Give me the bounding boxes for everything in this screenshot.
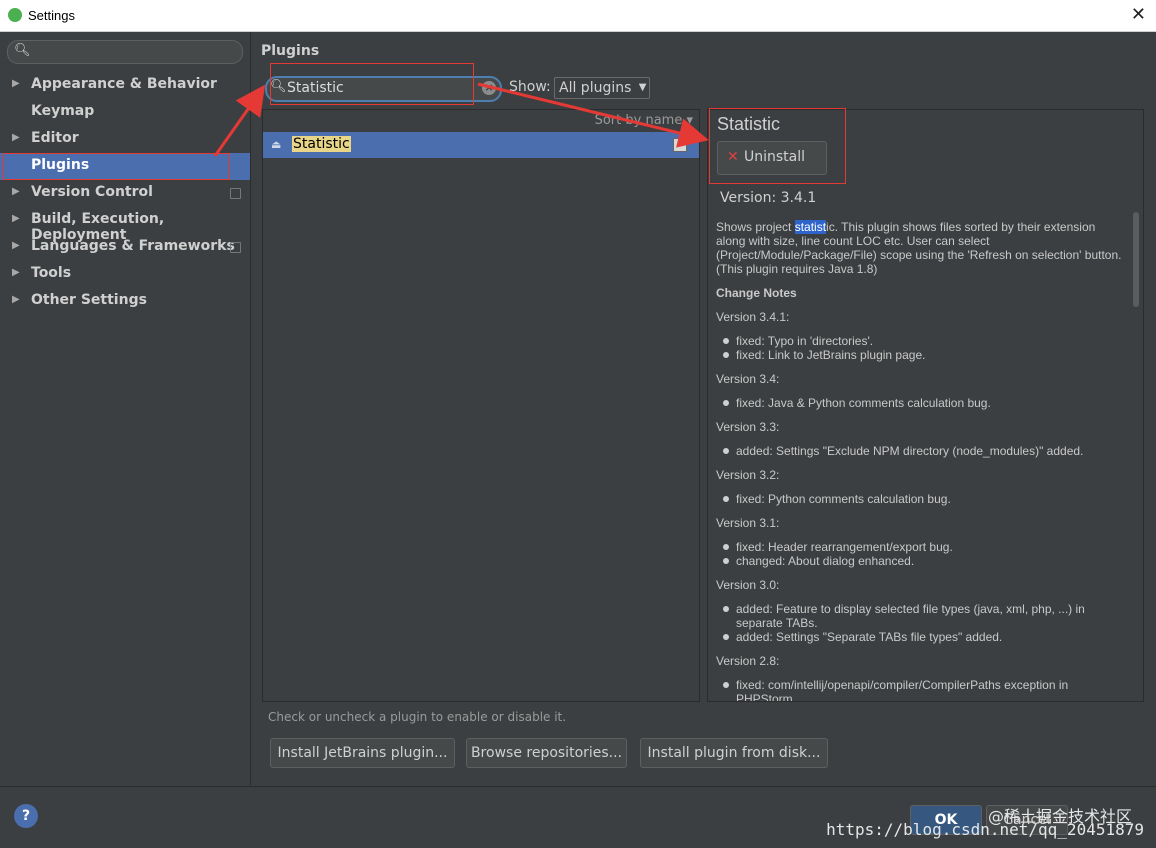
plugin-enabled-checkbox[interactable]: ✓: [673, 138, 687, 152]
change-note-item: fixed: Java & Python comments calculatio…: [716, 396, 1126, 410]
sort-label: Sort by name: [594, 113, 683, 128]
watermark-csdn-url: https://blog.csdn.net/qq_20451879: [826, 820, 1144, 839]
expand-arrow-icon[interactable]: ▶: [12, 213, 20, 224]
project-scope-icon: [230, 242, 241, 253]
sidebar-item-label: Editor: [31, 130, 79, 146]
description-text: Shows project statistic. This plugin sho…: [716, 220, 1126, 276]
sidebar-item[interactable]: Keymap: [0, 99, 250, 126]
sidebar-item-label: Keymap: [31, 103, 95, 119]
clear-search-icon[interactable]: ×: [482, 81, 496, 95]
sort-by-name-dropdown[interactable]: Sort by name ▾: [595, 113, 693, 128]
show-filter-value: All plugins: [559, 80, 632, 96]
dialog-footer: ? OK Cancel @稀土掘金技术社区 https://blog.csdn.…: [0, 786, 1156, 848]
plugin-icon: ⏏: [271, 138, 282, 151]
expand-arrow-icon[interactable]: ▶: [12, 240, 20, 251]
show-label: Show:: [509, 79, 551, 95]
sidebar-item[interactable]: ▶ Other Settings: [0, 288, 250, 315]
change-note-item: fixed: com/intellij/openapi/compiler/Com…: [716, 678, 1126, 701]
plugin-detail-panel: Statistic ✕ Uninstall Version: 3.4.1 Sho…: [707, 109, 1144, 702]
change-note-item: changed: About dialog enhanced.: [716, 554, 1126, 568]
plugins-page: Plugins 🔍︎ Statistic × Show: All plugins…: [251, 32, 1156, 785]
show-filter-select[interactable]: All plugins ▼: [554, 77, 651, 99]
version-heading: Version 3.3:: [716, 420, 780, 434]
version-heading: Version 3.4.1:: [716, 310, 790, 324]
sidebar-item[interactable]: ▶ Editor: [0, 126, 250, 153]
settings-nav: ▶ Appearance & Behavior Keymap ▶ Editor Plugi…: [0, 72, 250, 315]
plugin-name: Statistic: [292, 136, 351, 152]
sidebar-item-label: Version Control: [31, 184, 153, 200]
change-note-item: added: Settings "Exclude NPM directory (…: [716, 444, 1126, 458]
sidebar-item[interactable]: ▶ Version Control: [0, 180, 250, 207]
install-jetbrains-plugin-button[interactable]: Install JetBrains plugin...: [270, 738, 455, 768]
sidebar-item-label: Languages & Frameworks: [31, 238, 235, 254]
page-title: Plugins: [261, 43, 320, 59]
change-note-item: fixed: Typo in 'directories'.: [716, 334, 1126, 348]
help-icon[interactable]: ?: [14, 804, 38, 828]
annotation-box-search: [270, 63, 474, 105]
annotation-box-plugins: [3, 153, 230, 180]
change-note-item: added: Settings "Separate TABs file type…: [716, 630, 1126, 644]
change-note-item: fixed: Python comments calculation bug.: [716, 492, 1126, 506]
detail-scrollbar[interactable]: [1133, 212, 1139, 307]
window-titlebar: Settings ✕: [0, 0, 1156, 32]
search-icon: 🔍︎: [14, 43, 31, 58]
window-title: Settings: [28, 8, 75, 23]
change-note-item: fixed: Header rearrangement/export bug.: [716, 540, 1126, 554]
change-notes-title: Change Notes: [716, 286, 797, 300]
sidebar-item-label: Tools: [31, 265, 72, 281]
expand-arrow-icon[interactable]: ▶: [12, 78, 20, 89]
version-heading: Version 3.1:: [716, 516, 780, 530]
plugin-version: Version: 3.4.1: [720, 190, 817, 206]
sidebar-item-label: Other Settings: [31, 292, 147, 308]
sidebar-item[interactable]: ▶ Appearance & Behavior: [0, 72, 250, 99]
desc-highlight: statist: [794, 220, 827, 234]
sidebar-item[interactable]: ▶ Languages & Frameworks: [0, 234, 250, 261]
browse-repositories-button[interactable]: Browse repositories...: [466, 738, 627, 768]
annotation-box-uninstall: [709, 108, 846, 184]
sidebar-item-label: Appearance & Behavior: [31, 76, 217, 92]
expand-arrow-icon[interactable]: ▶: [12, 132, 20, 143]
change-note-item: fixed: Link to JetBrains plugin page.: [716, 348, 1126, 362]
version-heading: Version 3.4:: [716, 372, 780, 386]
sidebar-item[interactable]: ▶ Tools: [0, 261, 250, 288]
sidebar-item[interactable]: ▶ Build, Execution, Deployment: [0, 207, 250, 243]
expand-arrow-icon[interactable]: ▶: [12, 186, 20, 197]
change-note-item: added: Feature to display selected file …: [716, 602, 1126, 630]
plugin-list-item[interactable]: ⏏ Statistic ✓: [263, 132, 699, 158]
chevron-down-icon: ▼: [638, 82, 647, 93]
version-heading: Version 2.8:: [716, 654, 780, 668]
settings-sidebar: 🔍︎ ▶ Appearance & Behavior Keymap ▶ Editor Pl…: [0, 32, 251, 785]
install-plugin-from-disk-button[interactable]: Install plugin from disk...: [640, 738, 828, 768]
close-icon[interactable]: ✕: [1131, 4, 1146, 25]
expand-arrow-icon[interactable]: ▶: [12, 294, 20, 305]
change-notes-list: Version 3.4.1: fixed: Typo in 'directorie…: [716, 310, 1126, 701]
plugin-list: Sort by name ▾ ⏏ Statistic ✓: [262, 109, 700, 702]
expand-arrow-icon[interactable]: ▶: [12, 267, 20, 278]
plugin-hint: Check or uncheck a plugin to enable or d…: [268, 710, 567, 724]
settings-search-input[interactable]: 🔍︎: [7, 40, 243, 64]
desc-before: Shows project: [716, 220, 795, 234]
plugin-description: Shows project statistic. This plugin sho…: [716, 220, 1126, 701]
project-scope-icon: [230, 188, 241, 199]
version-heading: Version 3.0:: [716, 578, 780, 592]
app-icon: [8, 8, 22, 22]
version-heading: Version 3.2:: [716, 468, 780, 482]
